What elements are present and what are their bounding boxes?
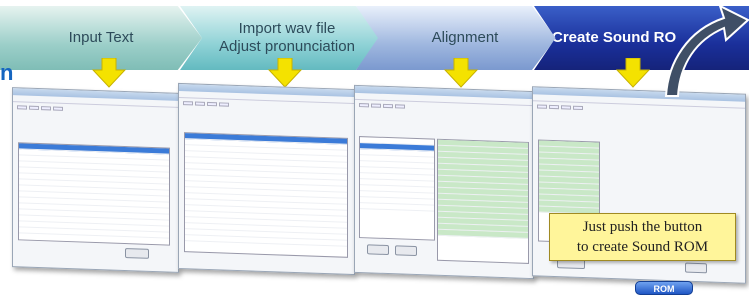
down-arrow-icon <box>91 57 127 88</box>
phrase-list <box>359 136 435 241</box>
callout-note: Just push the button to create Sound ROM <box>549 213 736 261</box>
curved-arrow-icon <box>664 4 749 97</box>
partial-text-left: n <box>0 60 14 85</box>
edit-button[interactable] <box>395 245 417 257</box>
step-alignment-label: Alignment <box>431 29 499 46</box>
step-import-wav-label-line1: Import wav file <box>238 20 336 37</box>
wav-list <box>184 132 348 258</box>
phrase-list <box>18 142 170 246</box>
callout-line-2: to create Sound ROM <box>576 239 709 255</box>
next-button[interactable] <box>125 248 149 259</box>
screenshot-step3 <box>354 84 534 280</box>
step-input-text-label: Input Text <box>68 29 134 46</box>
screenshot-step1 <box>12 87 179 273</box>
step-import-wav-label-line2: Adjust pronunciation <box>219 38 355 55</box>
play-button[interactable] <box>685 262 707 274</box>
down-arrow-icon <box>443 57 479 88</box>
down-arrow-icon <box>267 57 303 88</box>
callout-line-1: Just push the button <box>582 219 703 235</box>
alignment-list <box>437 138 529 264</box>
align-button[interactable] <box>367 244 389 256</box>
screenshot-step2 <box>178 82 355 276</box>
create-rom-button[interactable]: ROM <box>635 281 693 295</box>
